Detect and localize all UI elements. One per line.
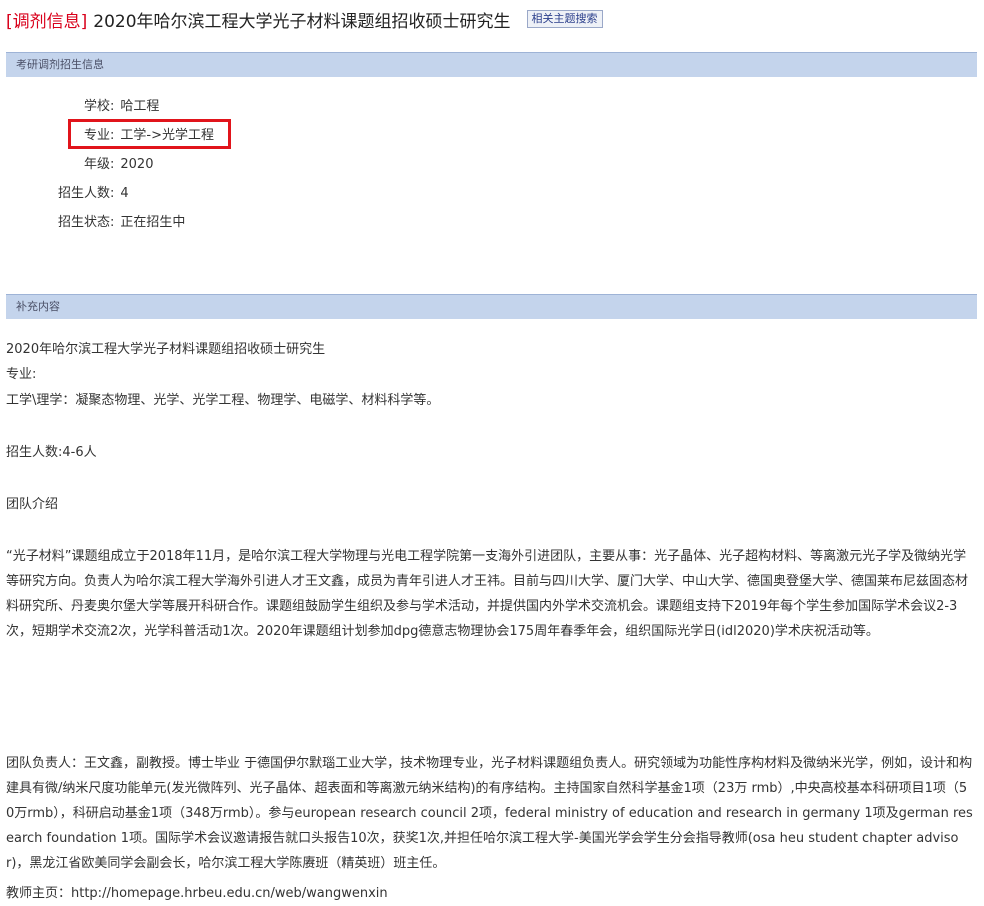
info-separator: :: [110, 99, 115, 114]
content-title-line: 2020年哈尔滨工程大学光子材料课题组招收硕士研究生: [6, 342, 326, 357]
major-highlight-box: [68, 119, 231, 149]
page-title: 2020年哈尔滨工程大学光子材料课题组招收硕士研究生: [93, 11, 511, 32]
info-label: 学校: [83, 99, 110, 114]
info-value: 哈工程: [120, 99, 160, 114]
info-row-school: 学校: 哈工程: [0, 97, 159, 117]
section-header-supplement: 补充内容: [6, 294, 977, 319]
category-tag[interactable]: [调剂信息]: [6, 7, 87, 32]
section-header-recruit-info: 考研调剂招生信息: [6, 52, 977, 77]
info-separator: :: [110, 215, 115, 230]
content-team-intro: “光子材料”课题组成立于2018年11月，是哈尔滨工程大学物理与光电工程学院第一…: [6, 549, 969, 639]
content-major-label: 专业:: [6, 367, 37, 382]
info-row-grade: 年级: 2020: [0, 155, 154, 175]
info-value: 4: [120, 186, 129, 201]
content-team-heading: 团队介绍: [6, 497, 59, 512]
info-separator: :: [110, 186, 115, 201]
info-row-enrollment-status: 招生状态: 正在招生中: [0, 213, 185, 233]
info-label: 年级: [83, 157, 110, 172]
info-label: 招生状态: [57, 215, 110, 230]
info-value: 正在招生中: [120, 215, 186, 230]
page-header: [调剂信息] 2020年哈尔滨工程大学光子材料课题组招收硕士研究生 相关主题搜索: [6, 5, 603, 33]
content-team-leader: 团队负责人：王文鑫，副教授。博士毕业 于德国伊尔默瑙工业大学，技术物理专业，光子…: [6, 756, 973, 871]
info-label: 招生人数: [57, 186, 110, 201]
info-separator: :: [110, 157, 115, 172]
info-row-enrollment-count: 招生人数: 4: [0, 184, 129, 204]
info-value: 2020: [120, 157, 154, 172]
content-major-list: 工学\理学：凝聚态物理、光学、光学工程、物理学、电磁学、材料科学等。: [6, 393, 440, 408]
content-enrollment-count: 招生人数:4-6人: [6, 445, 97, 460]
content-homepage-link[interactable]: 教师主页：http://homepage.hrbeu.edu.cn/web/wa…: [6, 881, 974, 906]
related-search-button[interactable]: 相关主题搜索: [526, 10, 603, 28]
